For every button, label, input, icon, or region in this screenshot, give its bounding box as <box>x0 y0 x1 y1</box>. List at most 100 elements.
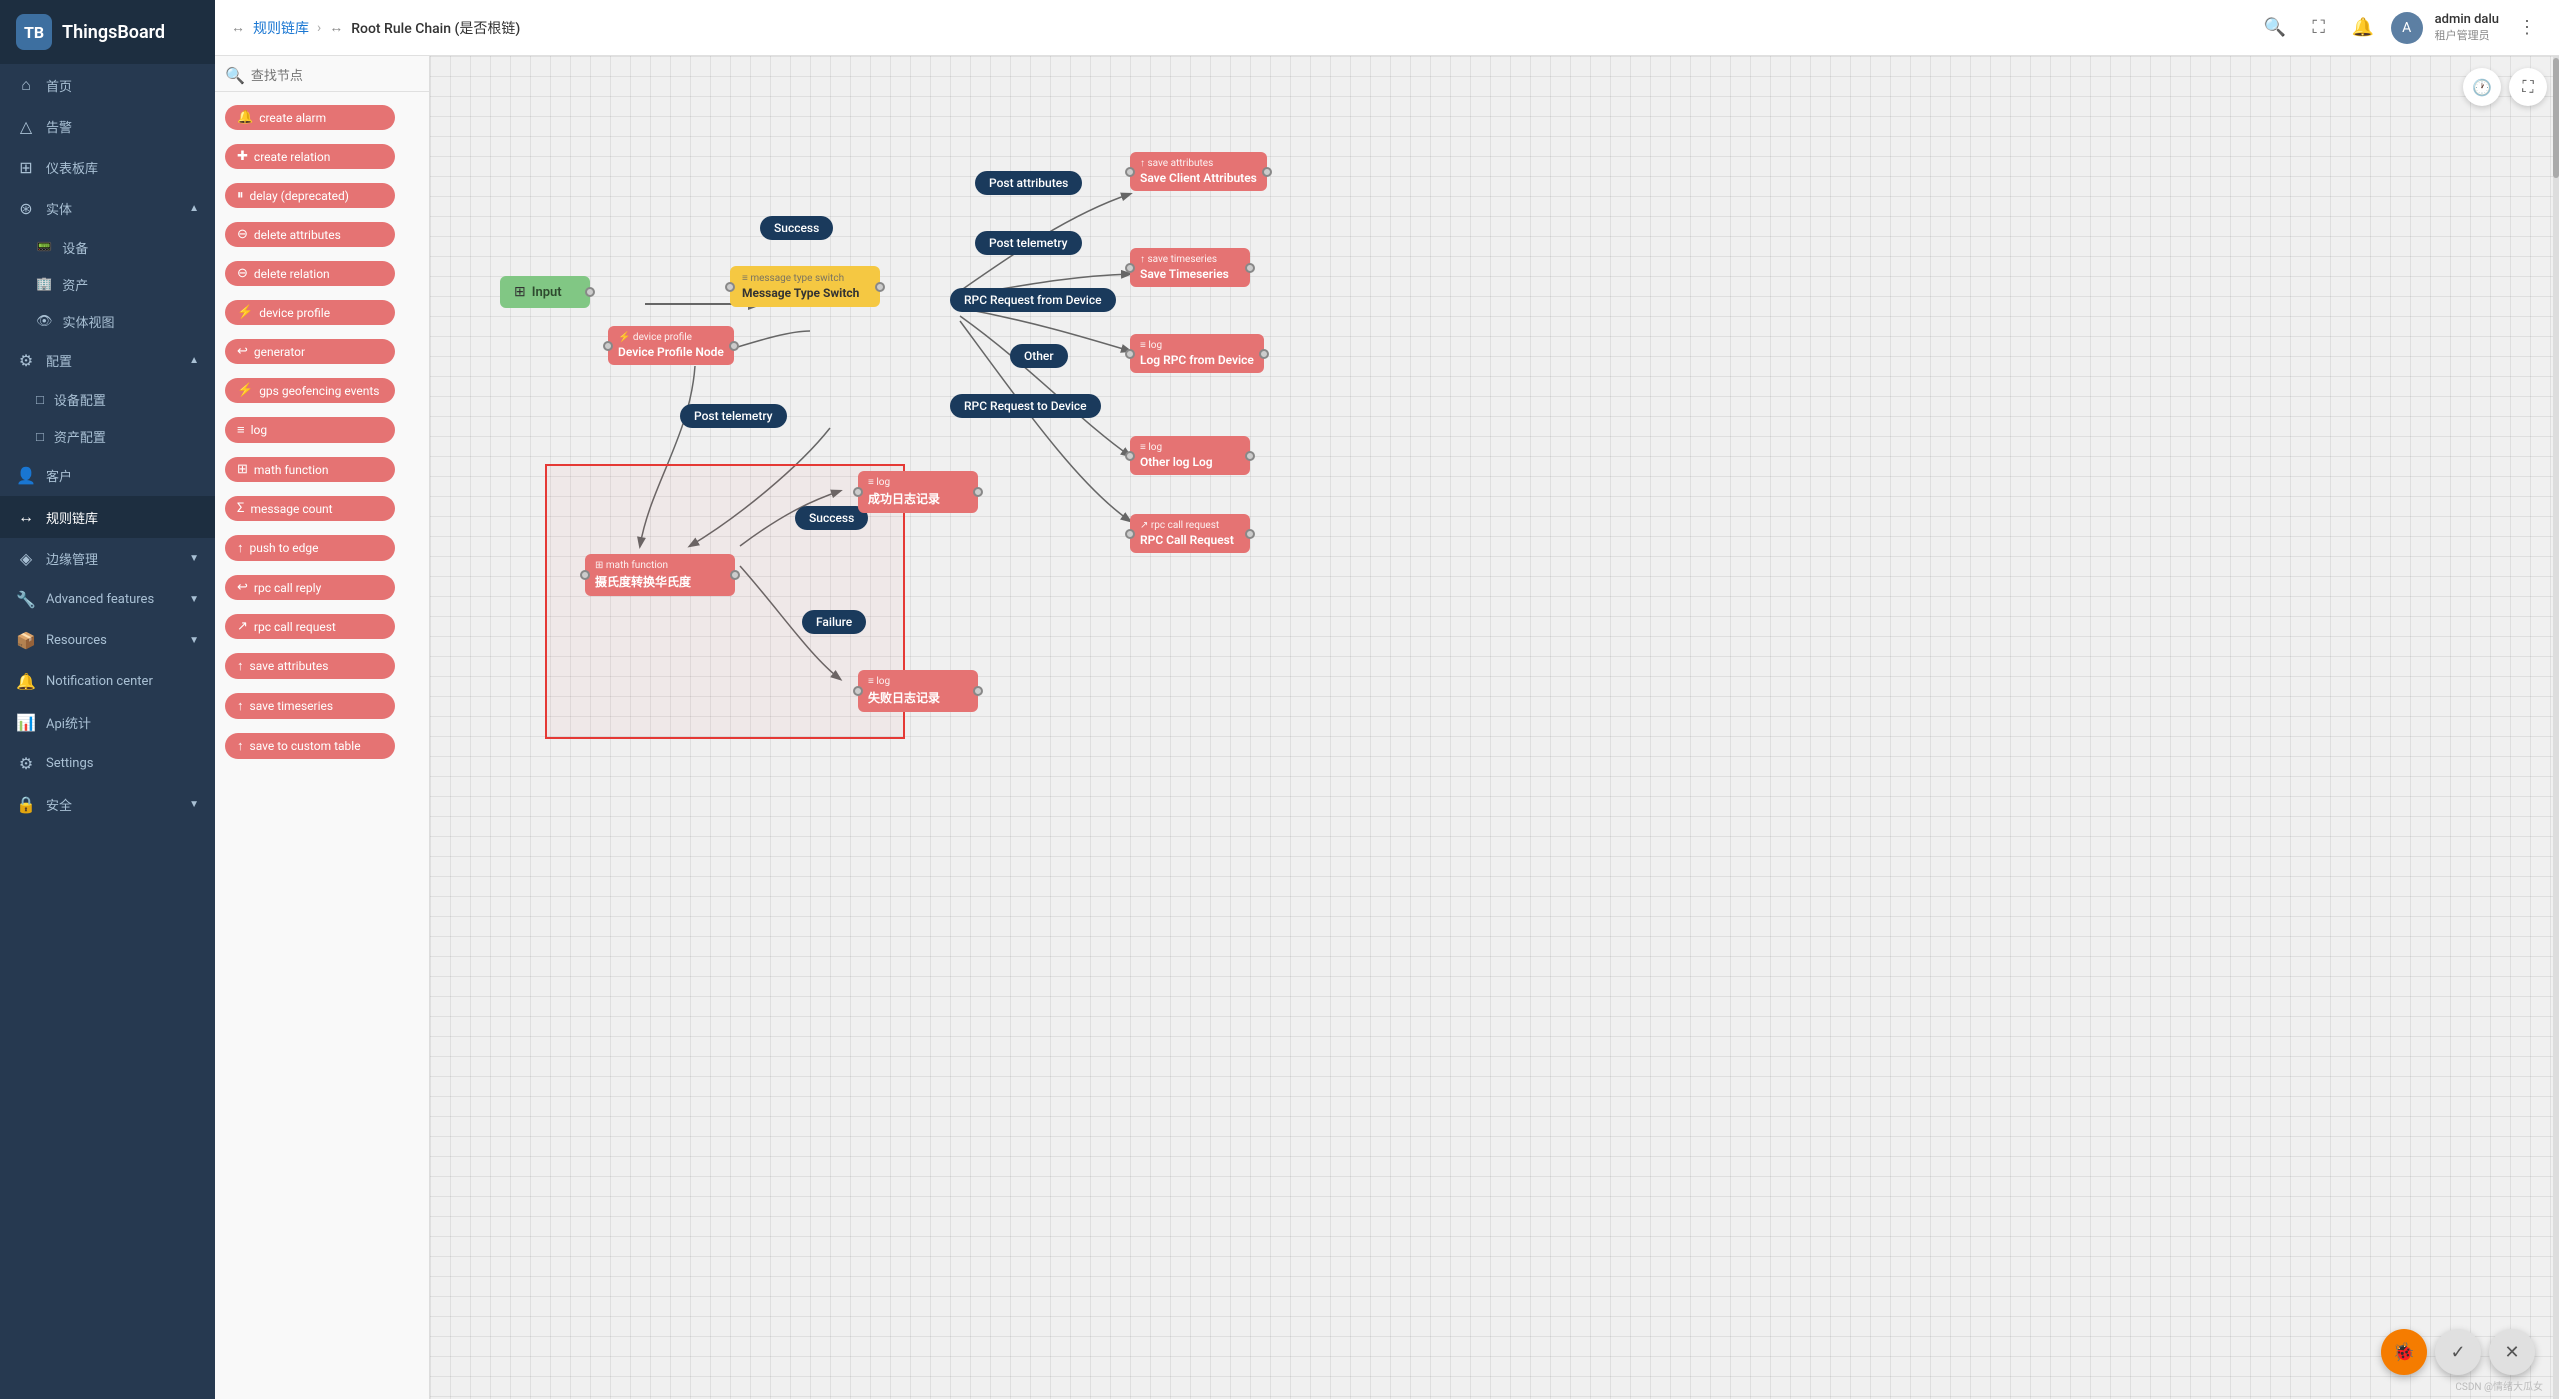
log-other-port-right[interactable] <box>1245 451 1255 461</box>
node-chip-push-edge[interactable]: ↑ push to edge <box>225 535 395 561</box>
list-item[interactable]: ⚡ device profile <box>215 293 429 332</box>
node-search-input[interactable] <box>251 68 427 83</box>
math-func-port-left[interactable] <box>580 570 590 580</box>
node-chip-log[interactable]: ≡ log <box>225 417 395 443</box>
node-chip-create-alarm[interactable]: 🔔 create alarm <box>225 105 395 130</box>
node-chip-math[interactable]: ⊞ math function <box>225 457 395 482</box>
log-success-port-right[interactable] <box>973 487 983 497</box>
rpc-to-device-label[interactable]: RPC Request to Device <box>950 394 1101 418</box>
user-info[interactable]: admin dalu 租户管理员 <box>2435 12 2499 43</box>
node-chip-rpc-reply[interactable]: ↩ rpc call reply <box>225 575 395 600</box>
history-button[interactable]: 🕐 <box>2463 68 2501 106</box>
sidebar-item-entity-view[interactable]: 👁 实体视图 <box>0 303 215 340</box>
device-profile-node[interactable]: ⚡ device profile Device Profile Node <box>608 326 734 365</box>
app-logo[interactable]: TB ThingsBoard <box>0 0 215 64</box>
list-item[interactable]: ↩ rpc call reply <box>215 568 429 607</box>
notification-button[interactable]: 🔔 <box>2347 12 2379 44</box>
breadcrumb-rule-chains-link[interactable]: 规则链库 <box>253 18 309 38</box>
search-button[interactable]: 🔍 <box>2259 12 2291 44</box>
post-telemetry-bottom-label[interactable]: Post telemetry <box>680 404 787 428</box>
success-label-mid[interactable]: Success <box>795 506 868 530</box>
node-chip-create-relation[interactable]: ✚ create relation <box>225 144 395 169</box>
list-item[interactable]: ⊞ math function <box>215 450 429 489</box>
cancel-fab[interactable]: ✕ <box>2489 1329 2535 1375</box>
node-chip-delay[interactable]: ⏸ delay (deprecated) <box>225 183 395 208</box>
save-attrs-port-left[interactable] <box>1125 167 1135 177</box>
sidebar-item-asset-config[interactable]: □ 资产配置 <box>0 418 215 455</box>
node-chip-save-ts[interactable]: ↑ save timeseries <box>225 693 395 719</box>
rpc-call-port-right[interactable] <box>1245 529 1255 539</box>
math-function-node[interactable]: ⊞ math function 摄氏度转换华氏度 <box>585 554 735 596</box>
log-failure-port-right[interactable] <box>973 686 983 696</box>
canvas-scrollbar[interactable] <box>2553 56 2559 1399</box>
sidebar-item-config[interactable]: ⚙ 配置 ▲ <box>0 340 215 381</box>
list-item[interactable]: ↑ save to custom table <box>215 726 429 766</box>
sidebar-item-dashboard[interactable]: ⊞ 仪表板库 <box>0 147 215 188</box>
log-success-port-left[interactable] <box>853 487 863 497</box>
avatar[interactable]: A <box>2391 12 2423 44</box>
node-chip-save-custom[interactable]: ↑ save to custom table <box>225 733 395 759</box>
sidebar-item-api[interactable]: 📊 Api统计 <box>0 702 215 743</box>
node-chip-generator[interactable]: ↩ generator <box>225 339 395 364</box>
sidebar-item-entity[interactable]: ⊛ 实体 ▲ <box>0 188 215 229</box>
log-failure-node[interactable]: ≡ log 失败日志记录 <box>858 670 978 712</box>
node-chip-save-attrs[interactable]: ↑ save attributes <box>225 653 395 679</box>
node-chip-delete-relation[interactable]: ⊖ delete relation <box>225 261 395 286</box>
list-item[interactable]: ⊖ delete attributes <box>215 215 429 254</box>
log-rpc-device-node[interactable]: ≡ log Log RPC from Device <box>1130 334 1264 373</box>
input-node[interactable]: ⊞ Input <box>500 276 590 308</box>
list-item[interactable]: ⏸ delay (deprecated) <box>215 176 429 215</box>
list-item[interactable]: ✚ create relation <box>215 137 429 176</box>
sidebar-item-edge[interactable]: ◈ 边缘管理 ▼ <box>0 538 215 579</box>
list-item[interactable]: 🔔 create alarm <box>215 98 429 137</box>
list-item[interactable]: ↗ rpc call request <box>215 607 429 646</box>
other-label[interactable]: Other <box>1010 344 1068 368</box>
input-port-right[interactable] <box>585 287 595 297</box>
list-item[interactable]: ⊖ delete relation <box>215 254 429 293</box>
device-profile-port-left[interactable] <box>603 341 613 351</box>
list-item[interactable]: ↑ save timeseries <box>215 686 429 726</box>
node-chip-rpc-request[interactable]: ↗ rpc call request <box>225 614 395 639</box>
msg-type-switch-node[interactable]: ≡ message type switch Message Type Switc… <box>730 266 880 307</box>
device-profile-port-right[interactable] <box>729 341 739 351</box>
success-label-top[interactable]: Success <box>760 216 833 240</box>
node-chip-delete-attrs[interactable]: ⊖ delete attributes <box>225 222 395 247</box>
msg-switch-port-left[interactable] <box>725 282 735 292</box>
node-chip-device-profile[interactable]: ⚡ device profile <box>225 300 395 325</box>
list-item[interactable]: Σ message count <box>215 489 429 528</box>
fullscreen-canvas-button[interactable]: ⛶ <box>2509 68 2547 106</box>
sidebar-item-device[interactable]: 📟 设备 <box>0 229 215 266</box>
sidebar-item-rule-chain[interactable]: ↔ 规则链库 <box>0 496 215 538</box>
save-attributes-node[interactable]: ↑ save attributes Save Client Attributes <box>1130 152 1267 191</box>
rule-chain-canvas[interactable]: ⊞ Input ≡ message type switch Message Ty… <box>430 56 2559 1399</box>
save-timeseries-node[interactable]: ↑ save timeseries Save Timeseries <box>1130 248 1250 287</box>
sidebar-item-notification[interactable]: 🔔 Notification center <box>0 661 215 702</box>
log-rpc-port-left[interactable] <box>1125 349 1135 359</box>
scrollbar-thumb[interactable] <box>2553 58 2559 178</box>
confirm-fab[interactable]: ✓ <box>2435 1329 2481 1375</box>
log-other-port-left[interactable] <box>1125 451 1135 461</box>
msg-switch-port-right[interactable] <box>875 282 885 292</box>
list-item[interactable]: ↑ push to edge <box>215 528 429 568</box>
rpc-from-device-label[interactable]: RPC Request from Device <box>950 288 1116 312</box>
post-attributes-label[interactable]: Post attributes <box>975 171 1082 195</box>
more-button[interactable]: ⋮ <box>2511 12 2543 44</box>
save-attrs-port-right[interactable] <box>1262 167 1272 177</box>
add-node-fab[interactable]: 🐞 <box>2381 1329 2427 1375</box>
sidebar-item-resources[interactable]: 📦 Resources ▼ <box>0 620 215 661</box>
sidebar-item-advanced[interactable]: 🔧 Advanced features ▼ <box>0 579 215 620</box>
node-chip-message-count[interactable]: Σ message count <box>225 496 395 521</box>
sidebar-item-home[interactable]: ⌂ 首页 <box>0 64 215 106</box>
sidebar-item-settings[interactable]: ⚙ Settings <box>0 743 215 784</box>
node-chip-gps[interactable]: ⚡ gps geofencing events <box>225 378 395 403</box>
log-rpc-port-right[interactable] <box>1259 349 1269 359</box>
log-failure-port-left[interactable] <box>853 686 863 696</box>
list-item[interactable]: ↑ save attributes <box>215 646 429 686</box>
list-item[interactable]: ≡ log <box>215 410 429 450</box>
list-item[interactable]: ⚡ gps geofencing events <box>215 371 429 410</box>
sidebar-item-customer[interactable]: 👤 客户 <box>0 455 215 496</box>
math-func-port-right[interactable] <box>730 570 740 580</box>
failure-label[interactable]: Failure <box>802 610 866 634</box>
log-other-node[interactable]: ≡ log Other log Log <box>1130 436 1250 475</box>
fullscreen-button[interactable]: ⛶ <box>2303 12 2335 44</box>
